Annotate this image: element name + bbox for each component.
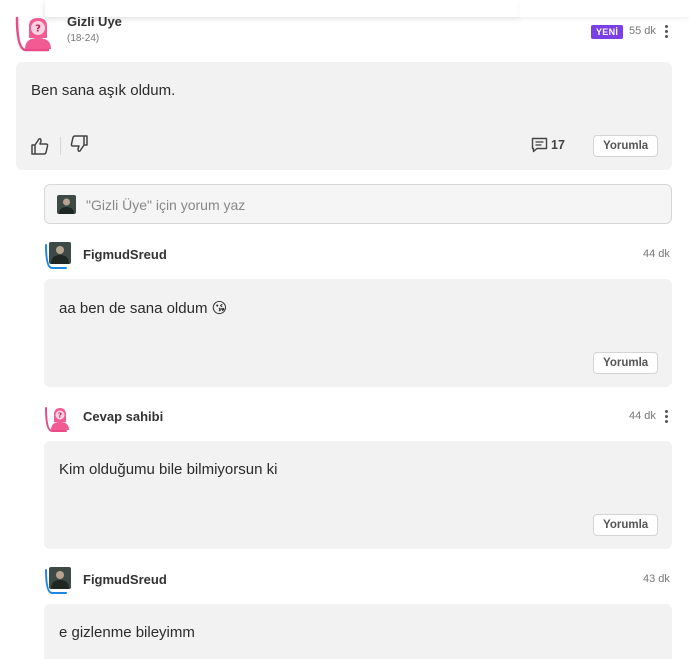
svg-text:?: ? bbox=[35, 24, 41, 35]
kebab-menu-icon[interactable] bbox=[663, 25, 669, 39]
comment-author-name[interactable]: FigmudSreud bbox=[83, 247, 167, 262]
comment-icon bbox=[531, 137, 548, 153]
reply-button[interactable]: Yorumla bbox=[593, 135, 659, 157]
anonymous-female-avatar-icon[interactable]: ? bbox=[44, 404, 72, 432]
header-shadow-right bbox=[520, 0, 690, 17]
comment-count-value: 17 bbox=[551, 138, 565, 152]
comment-card: Kim olduğumu bile bilmiyorsun ki Yorumla bbox=[44, 441, 672, 549]
post-text: Ben sana aşık oldum. bbox=[31, 82, 176, 99]
user-avatar-icon[interactable] bbox=[44, 566, 72, 594]
comment-input[interactable]: "Gizli Üye" için yorum yaz bbox=[44, 184, 672, 224]
header-shadow-left bbox=[45, 0, 520, 17]
reaction-divider bbox=[60, 137, 61, 155]
reply-button[interactable]: Yorumla bbox=[593, 352, 659, 374]
anonymous-female-avatar-icon[interactable]: ? bbox=[14, 12, 54, 52]
comment-time: 43 dk bbox=[643, 573, 670, 585]
comment-text: Kim olduğumu bile bilmiyorsun ki bbox=[59, 461, 278, 478]
post-time: 55 dk bbox=[629, 25, 656, 37]
comment-text: aa ben de sana oldum 😘 bbox=[59, 300, 228, 317]
kebab-menu-icon[interactable] bbox=[663, 410, 669, 424]
comment-text: e gizlenme bileyimm bbox=[59, 624, 195, 641]
comment-card: e gizlenme bileyimm bbox=[44, 604, 672, 659]
user-avatar-icon[interactable] bbox=[44, 241, 72, 269]
comment-author-name[interactable]: Cevap sahibi bbox=[83, 409, 163, 424]
comment-count[interactable]: 17 bbox=[531, 137, 565, 153]
svg-text:?: ? bbox=[58, 412, 62, 420]
reply-button[interactable]: Yorumla bbox=[593, 514, 659, 536]
post-author-age: (18-24) bbox=[67, 33, 100, 44]
post-card: Ben sana aşık oldum. 17 Yorumla bbox=[16, 62, 672, 170]
like-icon[interactable] bbox=[30, 136, 50, 156]
comment-time: 44 dk bbox=[629, 410, 656, 422]
dislike-icon[interactable] bbox=[69, 134, 89, 154]
comment-author-name[interactable]: FigmudSreud bbox=[83, 572, 167, 587]
new-badge: YENİ bbox=[591, 25, 624, 39]
comment-time: 44 dk bbox=[643, 248, 670, 260]
comment-card: aa ben de sana oldum 😘 Yorumla bbox=[44, 279, 672, 387]
comment-input-placeholder: "Gizli Üye" için yorum yaz bbox=[86, 197, 246, 213]
user-avatar-icon bbox=[57, 195, 76, 214]
